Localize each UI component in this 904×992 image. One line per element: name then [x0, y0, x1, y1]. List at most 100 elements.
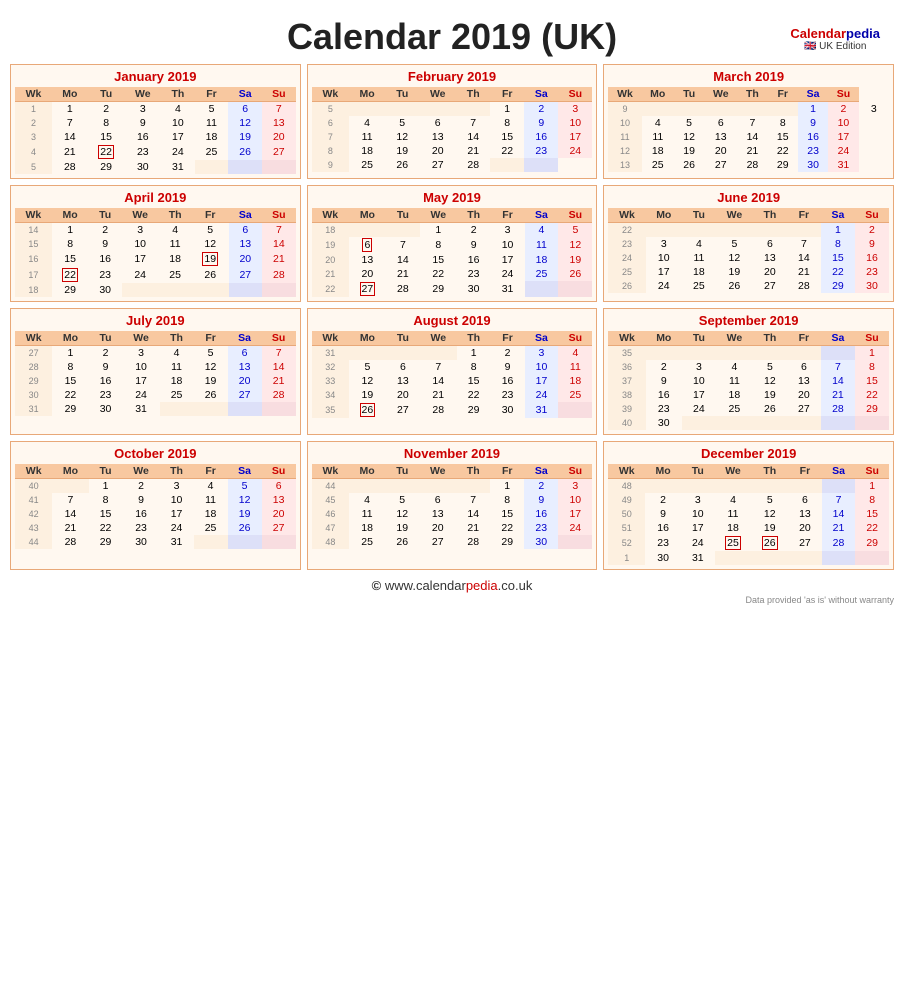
day-cell: 20: [704, 144, 737, 158]
day-cell: 18: [158, 251, 192, 267]
holiday-day: 6: [362, 238, 372, 252]
day-cell: 24: [122, 267, 158, 283]
day-cell: 2: [88, 223, 122, 238]
col-header-tu: Tu: [385, 87, 419, 102]
week-number: 38: [608, 388, 645, 402]
day-cell: 20: [787, 388, 821, 402]
week-row: 2013141516171819: [312, 253, 593, 267]
month-title-5: May 2019: [312, 190, 593, 205]
day-cell: [456, 102, 490, 117]
day-cell: 24: [681, 535, 715, 551]
week-number: 52: [608, 535, 645, 551]
holiday-day: 26: [762, 536, 778, 550]
day-cell: 6: [788, 493, 822, 507]
month-title-2: February 2019: [312, 69, 593, 84]
day-cell: [349, 346, 386, 361]
month-block-6: June 2019WkMoTuWeThFrSaSu221223345678924…: [603, 185, 894, 302]
week-number: 7: [312, 130, 349, 144]
col-header-we: We: [123, 331, 160, 346]
day-cell: 11: [525, 237, 559, 253]
day-cell: 2: [855, 223, 889, 238]
week-row: 44123: [312, 479, 593, 494]
week-number: 3: [15, 130, 52, 144]
month-title-9: September 2019: [608, 313, 889, 328]
day-cell: 27: [419, 535, 456, 549]
day-cell: 2: [646, 360, 682, 374]
day-cell: 5: [716, 237, 753, 251]
week-row: 31293031: [15, 402, 296, 416]
day-cell: 23: [646, 402, 682, 416]
day-cell: 7: [456, 493, 490, 507]
day-cell: 3: [525, 346, 559, 361]
col-header-fr: Fr: [192, 208, 229, 223]
day-cell: [192, 283, 229, 297]
day-cell: 10: [646, 251, 682, 265]
day-cell: 14: [386, 253, 420, 267]
week-row: 4321222324252627: [15, 521, 296, 535]
day-cell: [419, 102, 456, 117]
day-cell: 16: [88, 251, 122, 267]
day-cell: 4: [642, 116, 674, 130]
day-cell: 17: [828, 130, 858, 144]
day-cell: 10: [123, 360, 160, 374]
day-cell: 10: [558, 116, 592, 130]
day-cell: [682, 346, 716, 361]
day-cell: 17: [558, 130, 592, 144]
week-number: 20: [312, 253, 349, 267]
week-number: 45: [312, 493, 349, 507]
day-cell: 4: [194, 479, 228, 494]
day-cell: 18: [682, 265, 716, 279]
day-cell: 27: [228, 388, 262, 402]
day-cell: [787, 223, 821, 238]
week-number: 24: [608, 251, 645, 265]
col-header-sa: Sa: [228, 87, 262, 102]
day-cell: 3: [125, 102, 162, 117]
week-row: 40123456: [15, 479, 296, 494]
day-cell: [524, 158, 558, 172]
day-cell: 11: [558, 360, 592, 374]
week-number: 18: [15, 283, 52, 297]
col-header-wk: Wk: [312, 464, 349, 479]
day-cell: 14: [787, 251, 821, 265]
day-cell: 8: [768, 116, 798, 130]
footer-url-prefix: ©: [372, 578, 382, 593]
week-number: 14: [15, 223, 52, 238]
week-number: 31: [15, 402, 52, 416]
day-cell: 14: [821, 374, 855, 388]
day-cell: [682, 416, 716, 430]
week-number: 41: [15, 493, 52, 507]
day-cell: 1: [855, 479, 889, 494]
day-cell: 24: [491, 267, 525, 281]
week-number: 23: [608, 237, 645, 251]
week-number: 10: [608, 116, 641, 130]
day-cell: 1: [52, 223, 89, 238]
week-number: 6: [312, 116, 349, 130]
col-header-we: We: [122, 208, 158, 223]
day-cell: 7: [52, 116, 88, 130]
month-title-4: April 2019: [15, 190, 296, 205]
week-row: 3923242526272829: [608, 402, 889, 416]
day-cell: 28: [821, 402, 855, 416]
month-block-12: December 2019WkMoTuWeThFrSaSu48149234567…: [603, 441, 894, 570]
week-number: 44: [15, 535, 52, 549]
week-row: 15891011121314: [15, 237, 296, 251]
week-number: 39: [608, 402, 645, 416]
day-cell: 15: [855, 374, 889, 388]
day-cell: 10: [525, 360, 559, 374]
day-cell: 3: [859, 102, 889, 117]
week-number: 26: [608, 279, 645, 293]
day-cell: 22: [768, 144, 798, 158]
day-cell: 20: [262, 130, 296, 144]
cal-table-12: WkMoTuWeThFrSaSu481492345678509101112131…: [608, 464, 889, 565]
day-cell: 9: [125, 116, 162, 130]
day-cell: 2: [828, 102, 858, 117]
day-cell: 27: [787, 402, 821, 416]
day-cell: 25: [194, 521, 228, 535]
day-cell: 6: [229, 223, 263, 238]
col-header-we: We: [419, 464, 456, 479]
week-number: 4: [15, 144, 52, 160]
day-cell: 28: [787, 279, 821, 293]
day-cell: 12: [349, 374, 386, 388]
day-cell: [385, 102, 419, 117]
day-cell: 12: [751, 507, 788, 521]
